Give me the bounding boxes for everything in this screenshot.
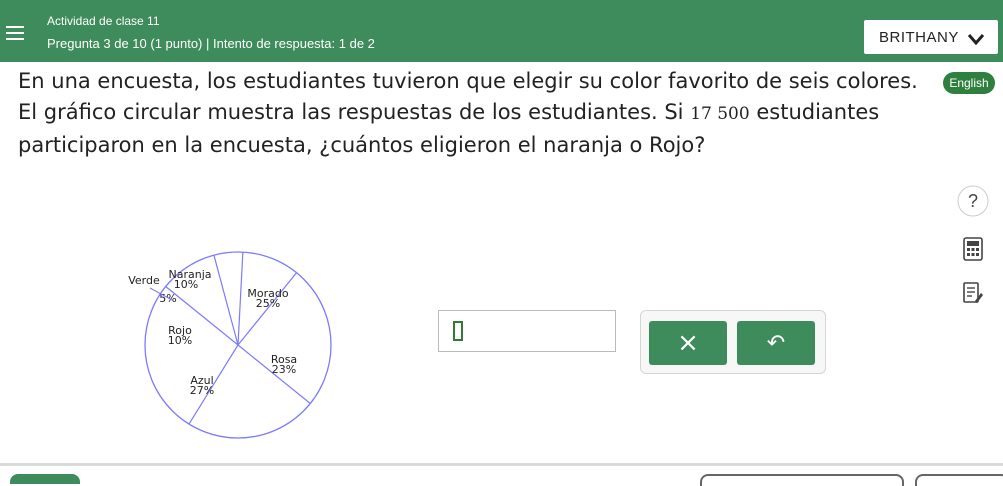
english-language-button[interactable]: English	[943, 72, 995, 94]
answer-tools: × ↶	[640, 310, 826, 374]
user-menu-button[interactable]: BRITHANY	[864, 20, 998, 54]
close-icon: ×	[677, 328, 699, 358]
answer-cursor	[453, 321, 463, 341]
footer-divider	[0, 463, 1003, 466]
pie-percent-rosa: 23%	[272, 363, 296, 376]
undo-button[interactable]: ↶	[737, 321, 815, 365]
calculator-button[interactable]	[956, 232, 990, 266]
undo-icon: ↶	[766, 330, 786, 356]
pie-chart: Naranja10%Morado25%Rosa23%Azul27%Rojo10%…	[128, 251, 332, 439]
notes-icon	[963, 282, 983, 303]
pie-percent-naranja: 10%	[174, 278, 198, 291]
help-glyph: ?	[968, 191, 978, 211]
menu-icon[interactable]	[6, 26, 24, 40]
participants-number: 17 500	[690, 104, 750, 124]
question-progress: Pregunta 3 de 10 (1 punto) | Intento de …	[47, 36, 375, 51]
chevron-down-icon	[967, 34, 985, 46]
pie-percent-azul: 27%	[190, 384, 214, 397]
pie-percent-morado: 25%	[256, 297, 280, 310]
footer-tab-right	[915, 474, 1003, 486]
top-bar: Actividad de clase 11 Pregunta 3 de 10 (…	[0, 0, 1003, 62]
help-icon: ?	[957, 185, 989, 217]
calculator-icon	[963, 237, 983, 261]
question-text: En una encuesta, los estudiantes tuviero…	[18, 66, 918, 161]
help-button[interactable]: ?	[956, 184, 990, 218]
pie-percent-rojo: 10%	[168, 334, 192, 347]
answer-input[interactable]	[438, 310, 616, 352]
footer-tab-middle	[700, 474, 904, 486]
pie-label-verde: Verde	[128, 274, 160, 287]
clear-button[interactable]: ×	[649, 321, 727, 365]
activity-title: Actividad de clase 11	[47, 14, 160, 28]
notes-button[interactable]	[956, 276, 990, 310]
user-name: BRITHANY	[879, 29, 959, 46]
footer-tab-left	[10, 474, 80, 484]
